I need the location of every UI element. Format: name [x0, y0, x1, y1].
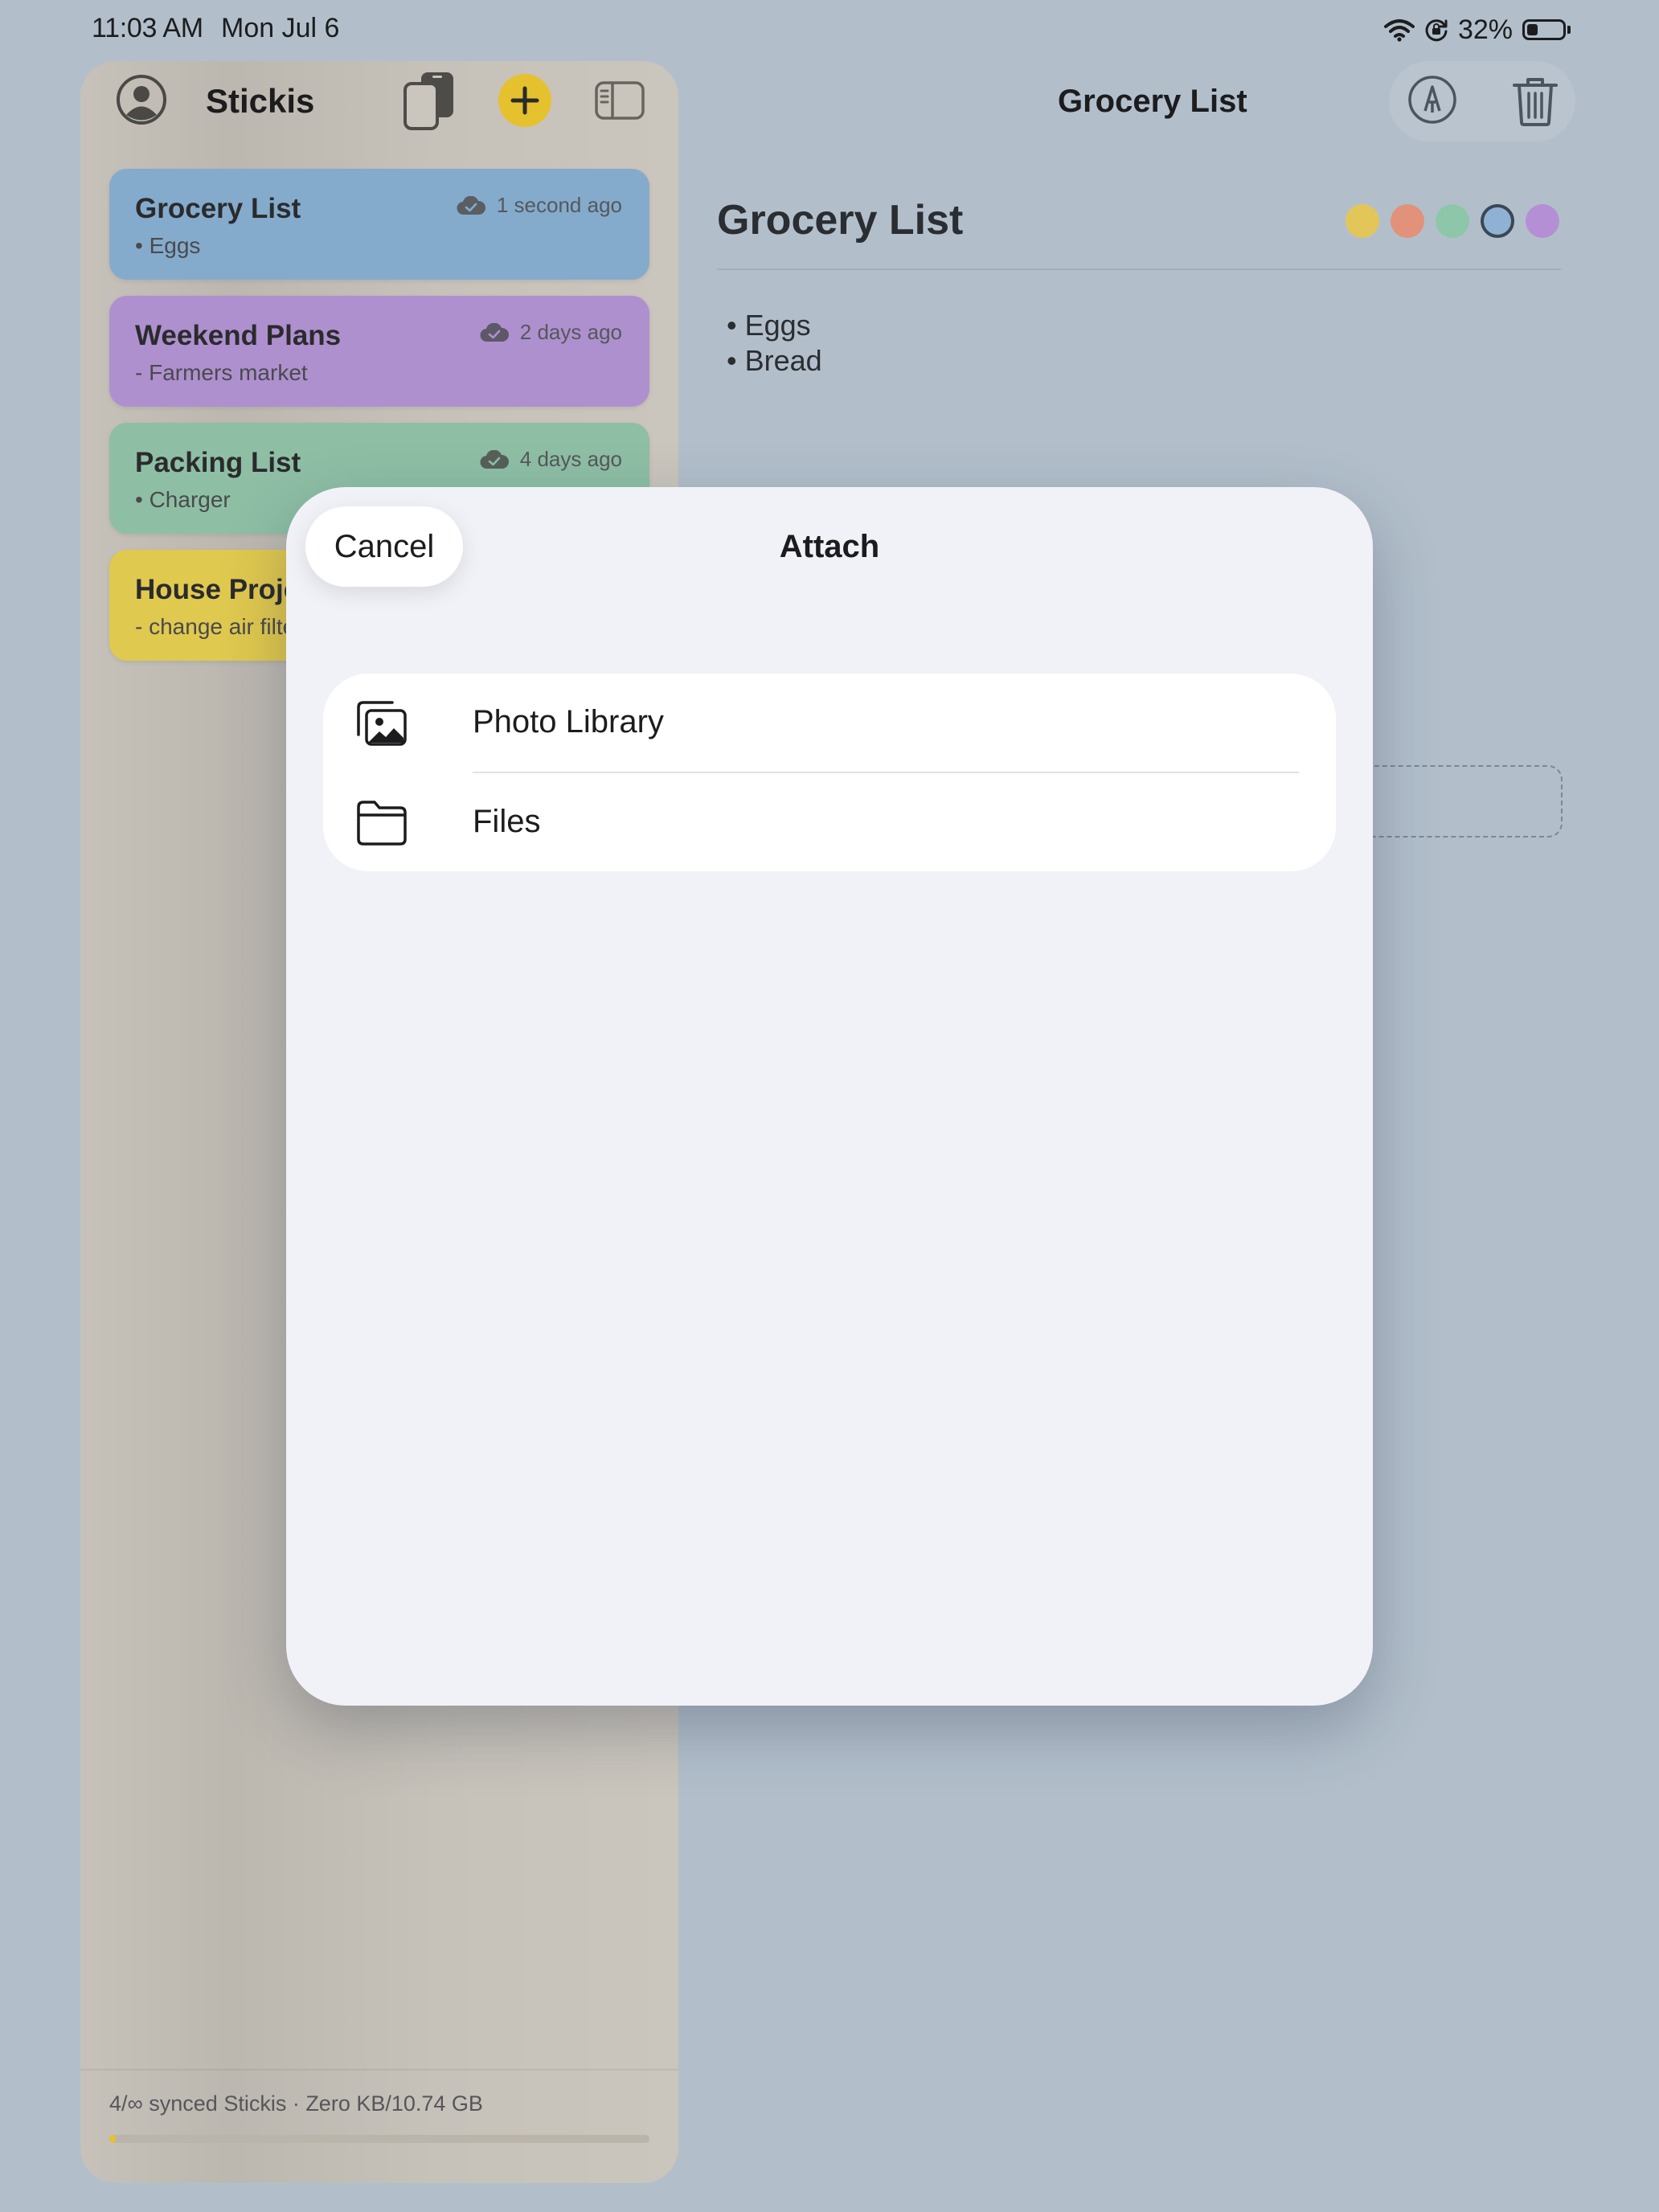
note-card-grocery-list[interactable]: Grocery List • Eggs 1 second ago [109, 169, 649, 280]
sidebar-toggle-icon[interactable] [595, 81, 645, 120]
storage-progress-fill [109, 2135, 117, 2143]
add-note-button[interactable] [498, 74, 551, 127]
note-card-time: 1 second ago [496, 193, 622, 217]
note-line[interactable]: • Eggs [727, 309, 811, 342]
cloud-check-icon [480, 449, 509, 469]
copy-device-icon[interactable] [402, 71, 457, 132]
battery-icon [1522, 19, 1566, 40]
color-swatch-blue-selected[interactable] [1481, 204, 1514, 238]
color-swatch-green[interactable] [1436, 204, 1469, 238]
wifi-icon [1383, 19, 1415, 42]
status-time: 11:03 AM [92, 13, 203, 43]
note-card-title: Grocery List [135, 193, 301, 224]
note-card-time: 2 days ago [519, 320, 622, 344]
attach-options-list: Photo Library Files [323, 674, 1336, 871]
note-card-preview: - Farmers market [135, 360, 308, 385]
cloud-check-icon [457, 195, 485, 215]
note-title-divider [717, 268, 1561, 270]
battery-percent: 32% [1457, 14, 1513, 45]
attach-sheet: Cancel Attach Photo Library Files [286, 487, 1373, 1706]
cloud-check-icon [480, 322, 509, 342]
status-indicators: 32% [1383, 13, 1571, 47]
note-title[interactable]: Grocery List [717, 196, 963, 244]
option-photo-library[interactable]: Photo Library [323, 674, 1336, 772]
photo-library-icon [357, 701, 407, 746]
note-line[interactable]: • Bread [727, 344, 822, 378]
folder-icon [357, 801, 407, 846]
note-card-preview: • Eggs [135, 233, 201, 258]
battery-nub [1567, 26, 1571, 34]
color-swatch-purple[interactable] [1526, 204, 1559, 238]
note-card-preview: • Charger [135, 487, 231, 512]
color-swatch-yellow[interactable] [1346, 204, 1379, 238]
note-card-sync-status: 2 days ago [480, 320, 622, 345]
sheet-title: Attach [779, 529, 880, 564]
storage-progress-bar [109, 2135, 649, 2143]
note-card-sync-status: 1 second ago [457, 193, 622, 218]
orientation-lock-icon [1425, 19, 1448, 42]
note-card-time: 4 days ago [519, 447, 622, 471]
header-title: Grocery List [1058, 84, 1247, 119]
option-label: Files [473, 804, 541, 839]
status-date: Mon Jul 6 [221, 13, 340, 43]
trash-icon[interactable] [1511, 74, 1559, 127]
sidebar-title: Stickis [206, 82, 315, 120]
option-label: Photo Library [473, 704, 664, 739]
note-card-title: Packing List [135, 447, 301, 478]
note-card-weekend-plans[interactable]: Weekend Plans - Farmers market 2 days ag… [109, 296, 649, 407]
note-card-title: Weekend Plans [135, 320, 342, 351]
sidebar-footer-divider [80, 2069, 678, 2071]
plus-icon [510, 86, 539, 115]
option-files[interactable]: Files [323, 773, 1336, 871]
note-card-sync-status: 4 days ago [480, 447, 622, 472]
person-circle-icon[interactable] [116, 74, 167, 125]
pencil-circle-icon[interactable] [1407, 74, 1458, 125]
color-swatch-coral[interactable] [1391, 204, 1424, 238]
sync-storage-status: 4/∞ synced Stickis · Zero KB/10.74 GB [109, 2091, 483, 2116]
